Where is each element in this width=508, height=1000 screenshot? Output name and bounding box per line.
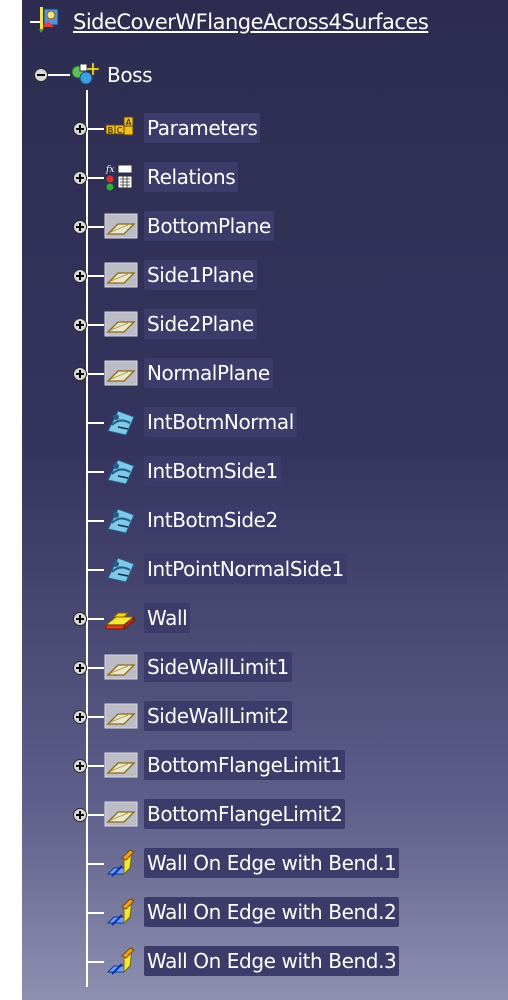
tree-connector bbox=[86, 275, 104, 277]
tree-item-label[interactable]: SideWallLimit1 bbox=[144, 652, 292, 682]
svg-text:C: C bbox=[117, 126, 123, 135]
expand-toggle[interactable] bbox=[73, 808, 87, 822]
tree-connector bbox=[86, 226, 104, 228]
tree-connector bbox=[86, 814, 104, 816]
intersection-icon[interactable] bbox=[104, 505, 138, 535]
tree-item-label[interactable]: Side2Plane bbox=[144, 309, 257, 339]
tree-item-label[interactable]: Relations bbox=[144, 162, 239, 192]
tree-connector bbox=[86, 569, 104, 571]
collapse-toggle[interactable] bbox=[34, 68, 48, 82]
plane-icon[interactable] bbox=[104, 211, 138, 241]
tree-connector bbox=[86, 716, 104, 718]
plane-icon[interactable] bbox=[104, 799, 138, 829]
tree-connector bbox=[86, 422, 104, 424]
tree-item-label[interactable]: IntBotmSide2 bbox=[144, 505, 281, 535]
body-connector bbox=[46, 74, 70, 76]
tree-item-label[interactable]: IntBotmNormal bbox=[144, 407, 297, 437]
tree-item-label[interactable]: Wall bbox=[144, 603, 191, 633]
expand-toggle[interactable] bbox=[73, 318, 87, 332]
plane-icon[interactable] bbox=[104, 260, 138, 290]
expand-toggle[interactable] bbox=[73, 122, 87, 136]
tree-item-label[interactable]: BottomFlangeLimit1 bbox=[144, 750, 346, 780]
plane-icon[interactable] bbox=[104, 750, 138, 780]
tree-connector bbox=[86, 765, 104, 767]
expand-toggle[interactable] bbox=[73, 661, 87, 675]
tree-item-label[interactable]: NormalPlane bbox=[144, 358, 273, 388]
svg-text:B: B bbox=[108, 126, 114, 135]
tree-connector bbox=[86, 324, 104, 326]
wall-on-edge-icon[interactable] bbox=[104, 848, 138, 878]
plane-icon[interactable] bbox=[104, 358, 138, 388]
wall-on-edge-icon[interactable] bbox=[104, 897, 138, 927]
tree-connector bbox=[86, 177, 104, 179]
tree-item-label[interactable]: Wall On Edge with Bend.2 bbox=[144, 897, 400, 927]
plane-icon[interactable] bbox=[104, 701, 138, 731]
expand-toggle[interactable] bbox=[73, 220, 87, 234]
plane-icon[interactable] bbox=[104, 652, 138, 682]
expand-toggle[interactable] bbox=[73, 759, 87, 773]
left-margin bbox=[0, 0, 22, 1000]
tree-connector bbox=[86, 520, 104, 522]
intersection-icon[interactable] bbox=[104, 456, 138, 486]
tree-item-label[interactable]: Wall On Edge with Bend.3 bbox=[144, 946, 400, 976]
expand-toggle[interactable] bbox=[73, 710, 87, 724]
tree-item-label[interactable]: Wall On Edge with Bend.1 bbox=[144, 848, 400, 878]
tree-connector bbox=[86, 667, 104, 669]
tree-item-label[interactable]: SideWallLimit2 bbox=[144, 701, 292, 731]
tree-connector bbox=[86, 373, 104, 375]
intersection-icon[interactable] bbox=[104, 407, 138, 437]
body-label[interactable]: Boss bbox=[104, 60, 155, 90]
expand-toggle[interactable] bbox=[73, 612, 87, 626]
wall-on-edge-icon[interactable] bbox=[104, 946, 138, 976]
expand-toggle[interactable] bbox=[73, 367, 87, 381]
intersection-icon[interactable] bbox=[104, 554, 138, 584]
body-icon[interactable] bbox=[68, 60, 102, 90]
tree-connector bbox=[86, 471, 104, 473]
tree-item-label[interactable]: IntPointNormalSide1 bbox=[144, 554, 347, 584]
tree-connector bbox=[86, 128, 104, 130]
tree-item-label[interactable]: BottomFlangeLimit2 bbox=[144, 799, 346, 829]
relations-icon[interactable]: fx bbox=[104, 162, 138, 192]
tree-connector bbox=[86, 961, 104, 963]
tree-item-label[interactable]: BottomPlane bbox=[144, 211, 274, 241]
expand-toggle[interactable] bbox=[73, 269, 87, 283]
tree-item-label[interactable]: Parameters bbox=[144, 113, 261, 143]
svg-text:fx: fx bbox=[105, 165, 114, 175]
tree-connector bbox=[86, 912, 104, 914]
tree-item-label[interactable]: IntBotmSide1 bbox=[144, 456, 281, 486]
tree-item-label[interactable]: Side1Plane bbox=[144, 260, 257, 290]
tree-connector bbox=[86, 618, 104, 620]
plane-icon[interactable] bbox=[104, 309, 138, 339]
parameters-icon[interactable]: BCA bbox=[104, 113, 138, 143]
part-icon[interactable] bbox=[38, 5, 72, 35]
expand-toggle[interactable] bbox=[73, 171, 87, 185]
root-part-label[interactable]: SideCoverWFlangeAcross4Surfaces bbox=[73, 7, 429, 37]
svg-text:A: A bbox=[126, 118, 132, 127]
tree-connector bbox=[86, 863, 104, 865]
wall-icon[interactable] bbox=[104, 603, 138, 633]
